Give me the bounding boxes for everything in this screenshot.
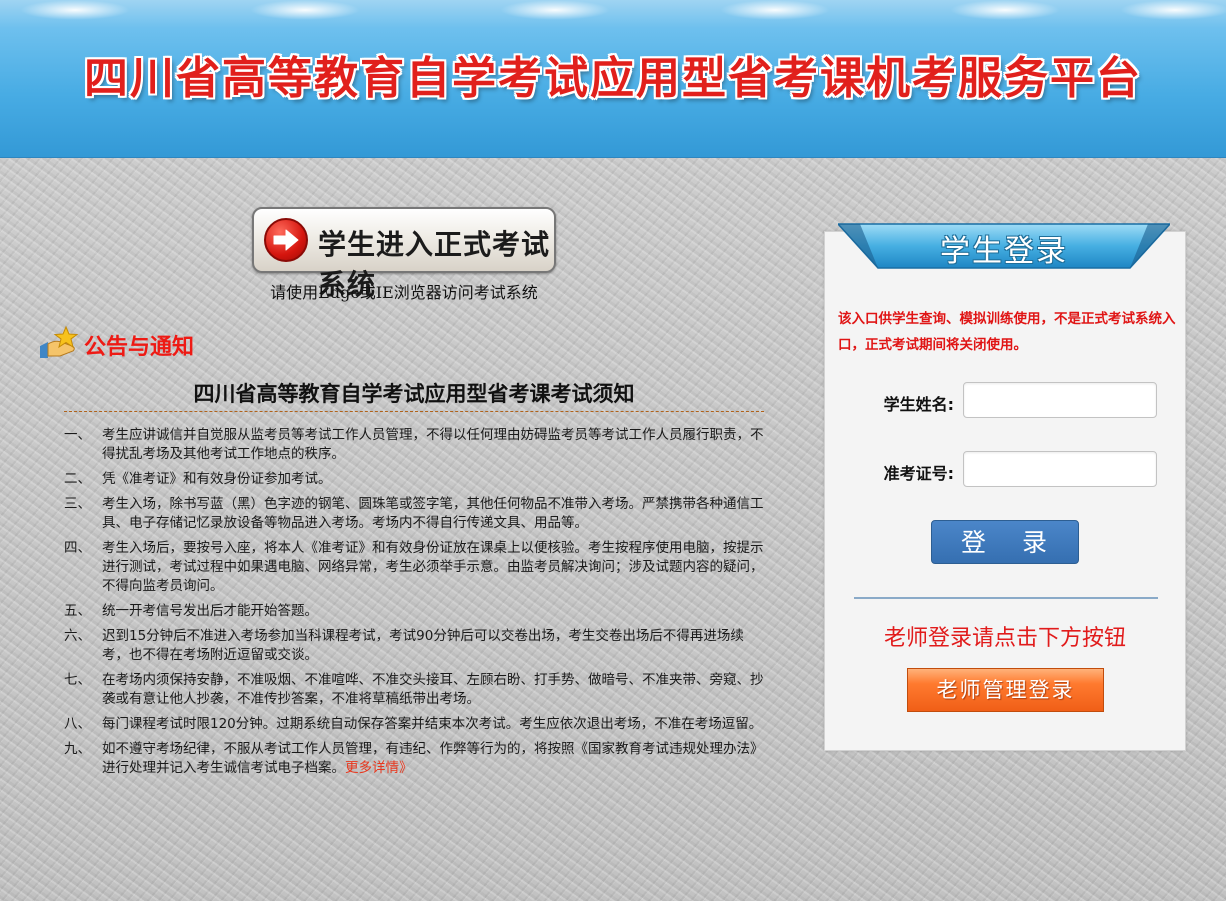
rule-item: 八、 每门课程考试时限120分钟。过期系统自动保存答案并结束本次考试。考生应依次退… [64, 716, 763, 732]
rule-item: 六、 迟到15分钟后不准进入考场参加当科课程考试，考试90分钟后可以交卷出场，考生… [64, 628, 744, 663]
login-notice: 该入口供学生查询、模拟训练使用，不是正式考试系统入口，正式考试期间将关闭使用。 [838, 311, 1176, 353]
header-light-decoration [1120, 0, 1226, 20]
more-details-link[interactable]: 更多详情》 [345, 760, 413, 776]
student-name-label: 学生姓名: [883, 395, 954, 414]
rule-item: 七、 在考场内须保持安静，不准吸烟、不准喧哗、不准交头接耳、左顾右盼、打手势、做暗… [64, 672, 764, 707]
page-header: 四川省高等教育自学考试应用型省考课机考服务平台 [0, 0, 1226, 158]
ticket-number-label: 准考证号: [883, 464, 954, 483]
header-light-decoration [500, 0, 610, 20]
browser-hint: 请使用Edge或IE浏览器访问考试系统 [270, 283, 538, 302]
rule-item: 三、 考生入场，除书写蓝（黑）色字迹的钢笔、圆珠笔或签字笔，其他任何物品不准带入考… [64, 496, 764, 531]
ticket-number-input[interactable] [963, 451, 1157, 487]
header-light-decoration [20, 0, 130, 20]
header-light-decoration [720, 0, 830, 20]
rule-item: 五、 统一开考信号发出后才能开始答题。 [64, 603, 318, 619]
rule-item: 二、 凭《准考证》和有效身份证参加考试。 [64, 471, 332, 487]
login-button[interactable]: 登 录 [931, 520, 1079, 564]
notice-section-title: 公告与通知 [84, 335, 195, 360]
rules-list: 一、 考生应讲诚信并自觉服从监考员等考试工作人员管理，不得以任何理由妨碍监考员等考… [64, 426, 766, 784]
login-title: 学生登录 [940, 234, 1068, 269]
login-banner: 学生登录 [838, 220, 1170, 272]
rule-item: 九、 如不遵守考场纪律，不服从考试工作人员管理，有违纪、作弊等行为的，将按照《国家… [64, 741, 764, 776]
rules-title: 四川省高等教育自学考试应用型省考课考试须知 [193, 382, 635, 406]
rules-divider [64, 411, 764, 412]
star-hand-icon [38, 325, 80, 364]
arrow-right-icon [264, 218, 308, 262]
header-light-decoration [950, 0, 1060, 20]
panel-divider [854, 597, 1158, 599]
student-name-input[interactable] [963, 382, 1157, 418]
site-title: 四川省高等教育自学考试应用型省考课机考服务平台 [84, 53, 1142, 104]
header-light-decoration [250, 0, 360, 20]
rule-item: 四、 考生入场后，要按号入座，将本人《准考证》和有效身份证放在课桌上以便核验。考生… [64, 540, 764, 594]
teacher-login-button[interactable]: 老师管理登录 [907, 668, 1104, 712]
rule-item: 一、 考生应讲诚信并自觉服从监考员等考试工作人员管理，不得以任何理由妨碍监考员等考… [64, 427, 764, 462]
enter-exam-system-button[interactable]: 学生进入正式考试系统 [252, 207, 556, 301]
teacher-login-hint: 老师登录请点击下方按钮 [883, 626, 1126, 651]
